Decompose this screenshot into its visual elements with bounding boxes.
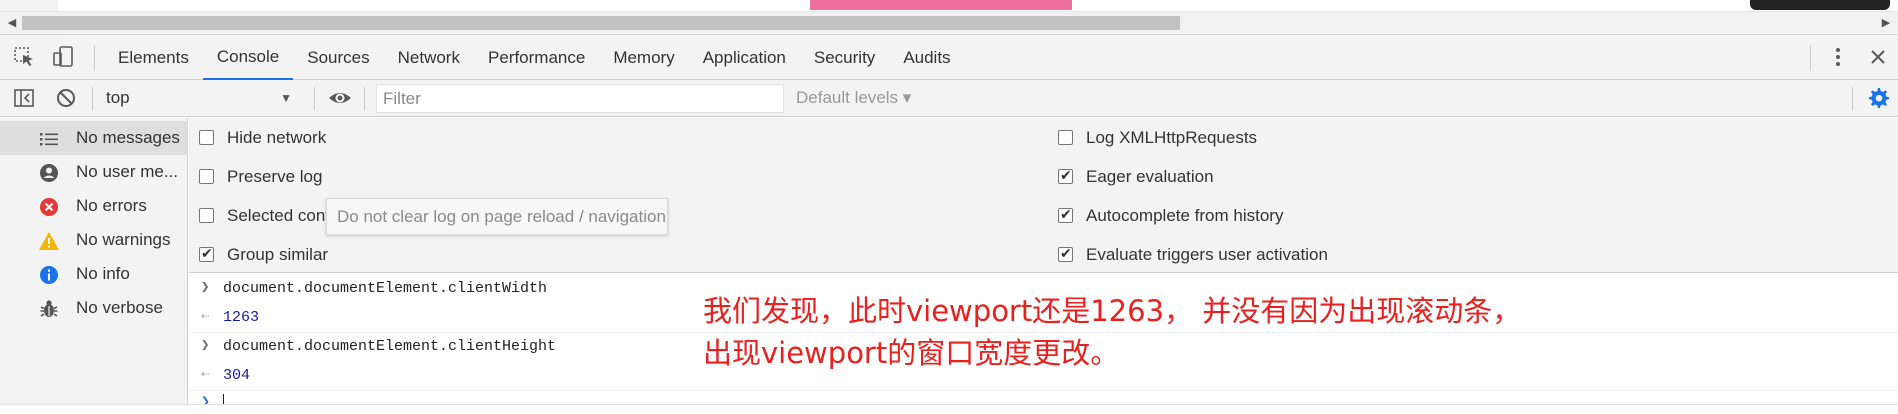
toolbar-divider <box>1810 45 1811 71</box>
device-toolbar-icon[interactable] <box>50 43 78 71</box>
group-similar-checkbox[interactable] <box>199 245 214 262</box>
sidebar-item-user-messages[interactable]: No user me... <box>0 155 188 189</box>
sidebar-item-label: No verbose <box>76 298 163 317</box>
toolbar-divider <box>364 87 365 110</box>
result-arrow-icon: ⇠ <box>201 309 210 325</box>
console-input-text: document.documentElement.clientHeight <box>223 338 557 355</box>
context-selector-value: top <box>106 88 130 107</box>
console-sidebar: No messages No user me... No errors No w… <box>0 118 188 404</box>
result-arrow-icon: ⇠ <box>201 367 210 383</box>
option-label: Evaluate triggers user activation <box>1086 245 1328 264</box>
toolbar-divider <box>92 87 93 110</box>
annotation-line-2: 出现viewport的窗口宽度更改。 <box>703 336 1120 370</box>
console-input-text: document.documentElement.clientWidth <box>223 280 548 297</box>
scroll-left-arrow-icon[interactable]: ◀ <box>4 15 20 31</box>
inspect-element-icon[interactable] <box>10 43 38 71</box>
tab-network[interactable]: Network <box>384 35 474 81</box>
tab-application[interactable]: Application <box>689 35 800 81</box>
tab-performance[interactable]: Performance <box>474 35 599 81</box>
tab-security[interactable]: Security <box>800 35 889 81</box>
sidebar-item-warnings[interactable]: No warnings <box>0 223 188 257</box>
devtools-tab-bar: Elements Console Sources Network Perform… <box>0 34 1898 81</box>
console-result-value: 1263 <box>223 309 260 326</box>
sidebar-item-label: No errors <box>76 196 147 215</box>
message-divider <box>189 390 1898 391</box>
option-label: Eager evaluation <box>1086 167 1214 186</box>
sidebar-item-verbose[interactable]: No verbose <box>0 291 188 325</box>
console-result-value: 304 <box>223 367 251 384</box>
scroll-right-arrow-icon[interactable]: ▶ <box>1878 15 1894 31</box>
user-icon <box>38 162 60 184</box>
filter-input[interactable] <box>376 84 784 113</box>
panel-tabs: Elements Console Sources Network Perform… <box>104 35 965 81</box>
error-icon <box>38 196 60 218</box>
tab-elements[interactable]: Elements <box>104 35 203 81</box>
tab-audits[interactable]: Audits <box>889 35 964 81</box>
console-toolbar: top ▼ Default levels ▾ <box>0 80 1898 117</box>
autocomplete-history-checkbox[interactable] <box>1058 206 1073 223</box>
sidebar-item-label: No user me... <box>76 162 179 181</box>
info-icon <box>38 264 60 286</box>
toolbar-divider <box>314 87 315 110</box>
sidebar-item-errors[interactable]: No errors <box>0 189 188 223</box>
sidebar-item-label: No info <box>76 264 130 283</box>
tab-memory[interactable]: Memory <box>599 35 688 81</box>
console-settings-gear-icon[interactable] <box>1864 84 1892 112</box>
horizontal-scrollbar[interactable]: ◀ ▶ <box>0 11 1898 33</box>
sidebar-item-info[interactable]: No info <box>0 257 188 291</box>
tab-sources[interactable]: Sources <box>293 35 383 81</box>
input-chevron-icon: ❯ <box>201 280 210 296</box>
hide-network-checkbox[interactable] <box>199 130 214 145</box>
option-label: Preserve log <box>227 167 323 186</box>
dropdown-arrow-icon: ▼ <box>280 91 292 105</box>
evaluate-triggers-checkbox[interactable] <box>1058 245 1073 262</box>
page-dark-image <box>1750 0 1890 10</box>
eager-evaluation-checkbox[interactable] <box>1058 167 1073 184</box>
warning-icon <box>38 230 60 252</box>
bug-icon <box>38 298 60 320</box>
annotation-line-1: 我们发现，此时viewport还是1263， 并没有因为出现滚动条， <box>703 294 1522 328</box>
sidebar-item-label: No warnings <box>76 230 171 249</box>
screenshot-annotation: 我们发现，此时viewport还是1263， 并没有因为出现滚动条， 出现vie… <box>703 290 1603 374</box>
selected-context-checkbox[interactable] <box>199 208 214 223</box>
input-chevron-icon: ❯ <box>201 338 210 354</box>
console-settings-panel: Hide network Preserve log Selected conte… <box>189 118 1898 273</box>
close-icon[interactable] <box>1864 43 1892 71</box>
sidebar-item-label: No messages <box>76 128 180 147</box>
scrollbar-thumb[interactable] <box>22 16 1180 30</box>
preserve-log-tooltip: Do not clear log on page reload / naviga… <box>326 198 668 235</box>
preserve-log-checkbox[interactable] <box>199 169 214 184</box>
page-bottom-strip <box>0 404 1898 414</box>
option-label: Group similar <box>227 245 329 264</box>
toolbar-divider <box>1852 87 1853 110</box>
sidebar-toggle-icon[interactable] <box>10 84 38 112</box>
option-label: Hide network <box>227 128 327 147</box>
list-icon <box>38 128 60 150</box>
page-pink-banner <box>810 0 1072 10</box>
log-xhr-checkbox[interactable] <box>1058 130 1073 145</box>
page-viewport-strip: ◀ ▶ <box>0 0 1898 34</box>
clear-console-icon[interactable] <box>52 84 80 112</box>
sidebar-item-messages[interactable]: No messages <box>0 121 188 155</box>
log-levels-dropdown[interactable]: Default levels ▾ <box>796 85 911 111</box>
option-label: Autocomplete from history <box>1086 206 1284 225</box>
toolbar-divider <box>94 45 95 71</box>
tab-console[interactable]: Console <box>202 35 294 81</box>
context-selector[interactable]: top ▼ <box>100 85 300 111</box>
more-options-icon[interactable] <box>1824 43 1852 71</box>
live-expression-eye-icon[interactable] <box>326 84 354 112</box>
option-label: Log XMLHttpRequests <box>1086 128 1258 147</box>
